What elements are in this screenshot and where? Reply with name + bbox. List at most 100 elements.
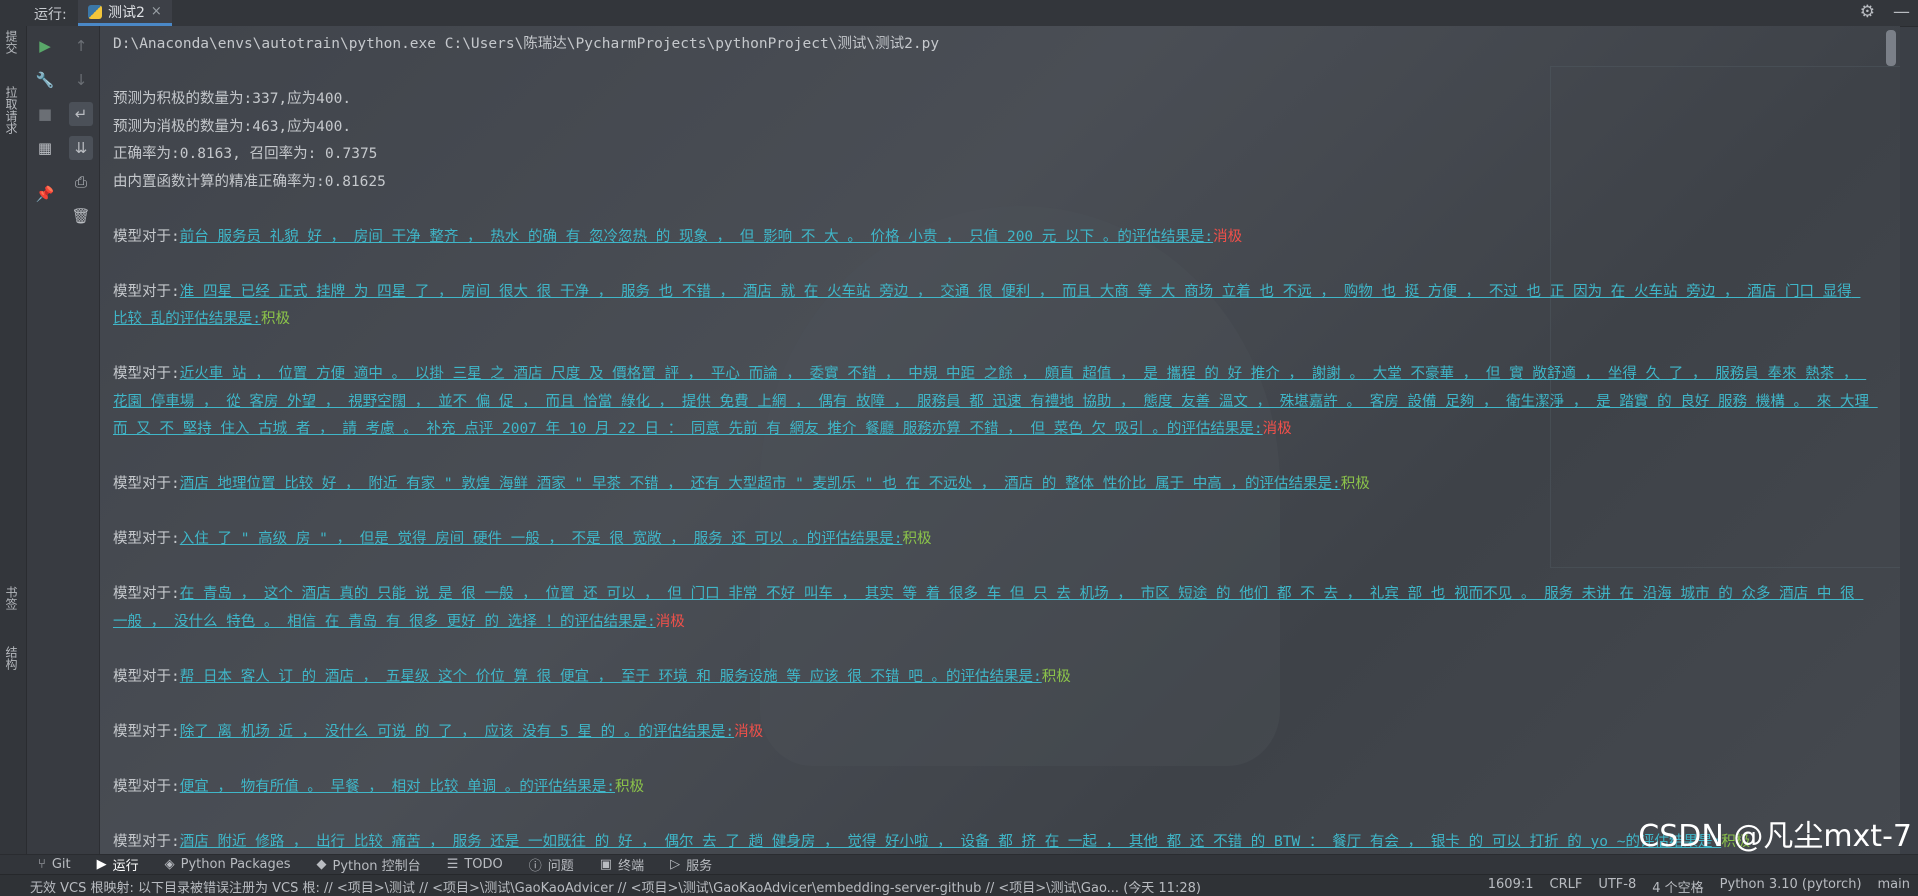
entry-text[interactable]: 入住 了 " 高级 房 " ， 但是 觉得 房间 硬件 一般 ， 不是 很 宽敞… [180, 531, 807, 547]
tab-services[interactable]: ▷ 服务 [670, 855, 712, 874]
entry-prefix: 模型对于: [113, 668, 180, 685]
entry-suffix: 的评估结果是: [1117, 228, 1214, 245]
print-icon[interactable]: ⎙ [69, 170, 93, 194]
stat-positive-count: 预测为积极的数量为:337,应为400. [113, 91, 352, 107]
entry-result: 消极 [734, 723, 764, 740]
file-encoding[interactable]: UTF-8 [1598, 877, 1636, 896]
entry-text[interactable]: 便宜 ， 物有所值 。 早餐 ， 相对 比较 单调 。 [180, 779, 520, 795]
git-branch[interactable]: main [1878, 877, 1910, 896]
entry-result: 积极 [1041, 668, 1071, 685]
status-bar: 无效 VCS 根映射: 以下目录被错误注册为 VCS 根: // <项目>\测试… [0, 874, 1918, 896]
stop-icon[interactable]: ■ [33, 102, 57, 126]
entry-suffix: 的评估结果是: [560, 613, 656, 630]
entry-suffix: 的评估结果是: [1166, 421, 1263, 437]
terminal-icon: ▣ [599, 857, 613, 872]
entry-text[interactable]: 酒店 附近 修路 ， 出行 比较 痛苦 ， 服务 还是 一如既往 的 好 ， 偶… [180, 834, 1626, 850]
entry-result: 积极 [1340, 476, 1370, 492]
entry-suffix: 的评估结果是: [1245, 476, 1341, 492]
entry-text[interactable]: 帮 日本 客人 订 的 酒店 ， 五星级 这个 价位 算 很 便宜 ， 至于 环… [180, 669, 946, 685]
down-arrow-icon[interactable]: ↓ [69, 68, 93, 92]
entry-prefix: 模型对于: [113, 283, 180, 300]
tab-python-console[interactable]: ◆ Python 控制台 [316, 855, 420, 874]
console-entry: 模型对于:入住 了 " 高级 房 " ， 但是 觉得 房间 硬件 一般 ， 不是… [113, 526, 1873, 554]
entry-prefix: 模型对于: [113, 778, 180, 795]
scroll-end-icon[interactable]: ⇊ [69, 136, 93, 160]
minimize-icon[interactable]: — [1893, 2, 1910, 22]
play-icon[interactable]: ▶ [33, 34, 57, 58]
pin-icon[interactable]: 📌 [33, 182, 57, 206]
python-console-icon: ◆ [316, 857, 327, 872]
close-icon[interactable]: × [151, 4, 162, 19]
run-icon: ▶ [96, 857, 107, 872]
entry-suffix: 的评估结果是: [638, 723, 735, 740]
status-message[interactable]: 无效 VCS 根映射: 以下目录被错误注册为 VCS 根: // <项目>\测试… [30, 877, 1201, 896]
layout-icon[interactable]: ▦ [33, 136, 57, 160]
run-label: 运行: [34, 7, 67, 23]
wrench-icon[interactable]: 🔧 [33, 68, 57, 92]
vtab-pull-requests[interactable]: 拉取请求 [3, 86, 20, 134]
services-icon: ▷ [670, 857, 681, 872]
entry-result: 消极 [1213, 228, 1243, 245]
console-entry: 模型对于:准 四星 已经 正式 挂牌 为 四星 了 ， 房间 很大 很 干净 ，… [113, 279, 1873, 334]
stat-builtin-accuracy: 由内置函数计算的精准正确率为:0.81625 [113, 173, 386, 190]
gear-icon[interactable]: ⚙ [1860, 2, 1875, 22]
stat-accuracy-recall: 正确率为:0.8163, 召回率为: 0.7375 [113, 146, 378, 162]
entry-text[interactable]: 准 四星 已经 正式 挂牌 为 四星 了 ， 房间 很大 很 干净 ， 服务 也… [113, 284, 1860, 328]
run-toolbar: ▶ ↑ 🔧 ↓ ■ ↵ ▦ ⇊ ⎙ 📌 🗑 [27, 26, 100, 854]
indent-setting[interactable]: 4 个空格 [1652, 877, 1703, 896]
entry-result: 消极 [655, 613, 685, 630]
console-scrollbar[interactable] [1886, 26, 1896, 854]
tab-terminal[interactable]: ▣ 终端 [600, 855, 644, 874]
console-entry: 模型对于:帮 日本 客人 订 的 酒店 ， 五星级 这个 价位 算 很 便宜 ，… [113, 664, 1873, 692]
entry-result: 积极 [260, 311, 290, 327]
entry-result: 消极 [1262, 421, 1292, 437]
vtab-bookmarks[interactable]: 书签 [3, 586, 20, 610]
stat-negative-count: 预测为消极的数量为:463,应为400. [113, 118, 352, 135]
entry-text[interactable]: 酒店 地理位置 比较 好 ， 附近 有家 " 敦煌 海鲜 酒家 " 早茶 不错 … [180, 476, 1245, 492]
console-entry: 模型对于:前台 服务员 礼貌 好 ， 房间 干净 整齐 ， 热水 的确 有 忽冷… [113, 224, 1873, 252]
up-arrow-icon[interactable]: ↑ [69, 34, 93, 58]
tab-run-config[interactable]: 测试2 × [78, 0, 172, 26]
bottom-tool-tabs: ⑂ Git ▶ 运行 ◈ Python Packages ◆ Python 控制台 ☰ T… [0, 854, 1918, 874]
watermark: CSDN @凡尘mxt-7 [1638, 819, 1912, 854]
entry-prefix: 模型对于: [113, 476, 180, 492]
entry-prefix: 模型对于: [113, 833, 180, 850]
entry-prefix: 模型对于: [113, 531, 180, 547]
entry-text[interactable]: 近火車 站 ， 位置 方便 適中 。 以掛 三星 之 酒店 尺度 及 價格置 評… [113, 366, 1878, 437]
left-tool-strip: 提交 拉取请求 书签 结构 [0, 26, 27, 854]
run-tool-window-header: 运行: 测试2 × ⚙ — [0, 0, 1918, 27]
entry-result: 积极 [902, 531, 932, 547]
problems-icon: ⓘ [528, 859, 542, 874]
console-command-line: D:\Anaconda\envs\autotrain\python.exe C:… [113, 36, 940, 52]
entry-suffix: 的评估结果是: [519, 778, 616, 795]
scrollbar-thumb[interactable] [1886, 30, 1896, 66]
line-separator[interactable]: CRLF [1550, 877, 1583, 896]
entry-text[interactable]: 除了 离 机场 近 ， 没什么 可说 的 了 ， 应该 没有 5 星 的 。 [180, 724, 639, 740]
entry-suffix: 的评估结果是: [165, 311, 261, 327]
python-file-icon [88, 4, 102, 19]
tab-git[interactable]: ⑂ Git [38, 857, 71, 872]
caret-position[interactable]: 1609:1 [1488, 877, 1534, 896]
packages-icon: ◈ [164, 857, 175, 872]
tab-problems[interactable]: ⓘ 问题 [529, 855, 574, 874]
vtab-commit[interactable]: 提交 [3, 30, 20, 54]
console-entry: 模型对于:酒店 地理位置 比较 好 ， 附近 有家 " 敦煌 海鲜 酒家 " 早… [113, 471, 1873, 499]
python-interpreter[interactable]: Python 3.10 (pytorch) [1720, 877, 1862, 896]
entry-prefix: 模型对于: [113, 586, 180, 602]
console-entry: 模型对于:在 青岛 ， 这个 酒店 真的 只能 说 是 很 一般 ， 位置 还 … [113, 581, 1873, 636]
soft-wrap-icon[interactable]: ↵ [69, 102, 93, 126]
tab-python-packages[interactable]: ◈ Python Packages [165, 857, 291, 872]
trash-icon[interactable]: 🗑 [69, 204, 93, 228]
tab-label: 测试2 [108, 4, 145, 21]
entry-prefix: 模型对于: [113, 723, 180, 740]
tab-run[interactable]: ▶ 运行 [97, 855, 139, 874]
entry-text[interactable]: 在 青岛 ， 这个 酒店 真的 只能 说 是 很 一般 ， 位置 还 可以 ， … [113, 586, 1863, 630]
todo-icon: ☰ [446, 857, 459, 872]
entry-suffix: 的评估结果是: [946, 668, 1042, 685]
console-output[interactable]: D:\Anaconda\envs\autotrain\python.exe C:… [100, 26, 1900, 854]
tab-todo[interactable]: ☰ TODO [447, 857, 503, 872]
vtab-structure[interactable]: 结构 [3, 646, 20, 670]
entry-text[interactable]: 前台 服务员 礼貌 好 ， 房间 干净 整齐 ， 热水 的确 有 忽冷忽热 的 … [180, 229, 1118, 245]
entry-suffix: 的评估结果是: [806, 531, 903, 547]
console-entry: 模型对于:酒店 附近 修路 ， 出行 比较 痛苦 ， 服务 还是 一如既往 的 … [113, 829, 1873, 855]
